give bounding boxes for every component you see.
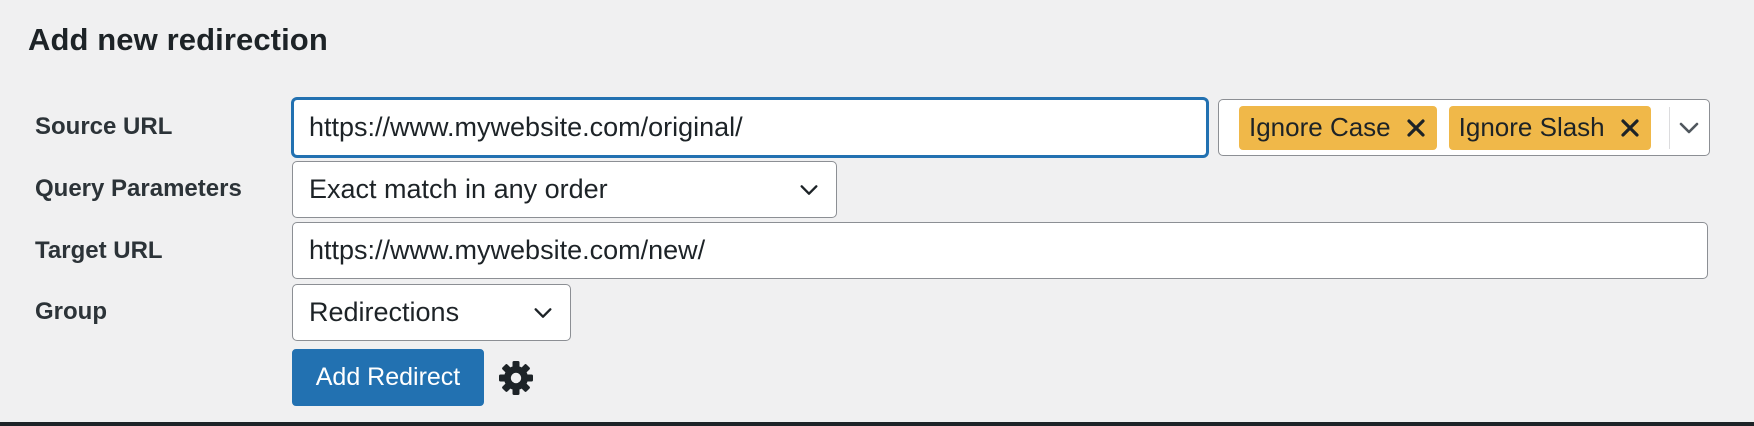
- chevron-down-icon: [1680, 122, 1699, 133]
- group-label: Group: [35, 298, 107, 325]
- query-parameters-label: Query Parameters: [35, 175, 242, 202]
- page-title: Add new redirection: [28, 22, 328, 57]
- query-parameters-value: Exact match in any order: [309, 174, 608, 204]
- query-parameters-select[interactable]: Exact match in any order: [292, 161, 837, 218]
- target-url-label: Target URL: [35, 237, 163, 264]
- target-url-value: https://www.mywebsite.com/new/: [309, 235, 706, 265]
- flag-tag-ignore-slash: Ignore Slash: [1448, 105, 1651, 150]
- remove-flag-icon[interactable]: [1619, 117, 1641, 139]
- source-url-label: Source URL: [35, 113, 173, 140]
- chevron-down-icon: [796, 177, 822, 203]
- group-value: Redirections: [309, 297, 460, 327]
- flag-tag-label: Ignore Slash: [1458, 112, 1605, 142]
- bottom-divider: [0, 422, 1754, 426]
- remove-flag-icon[interactable]: [1405, 117, 1427, 139]
- target-url-input[interactable]: https://www.mywebsite.com/new/: [292, 222, 1708, 279]
- group-select[interactable]: Redirections: [292, 284, 571, 341]
- source-url-input[interactable]: https://www.mywebsite.com/original/: [292, 98, 1208, 157]
- flag-tag-ignore-case: Ignore Case: [1239, 105, 1437, 150]
- source-flags-select[interactable]: Ignore Case Ignore Slash: [1218, 99, 1710, 156]
- source-url-value: https://www.mywebsite.com/original/: [309, 112, 743, 142]
- gear-icon[interactable]: [498, 360, 534, 396]
- flags-dropdown-toggle[interactable]: [1670, 116, 1709, 140]
- add-redirect-button[interactable]: Add Redirect: [292, 349, 484, 406]
- chevron-down-icon: [530, 300, 556, 326]
- flag-tag-label: Ignore Case: [1249, 112, 1391, 142]
